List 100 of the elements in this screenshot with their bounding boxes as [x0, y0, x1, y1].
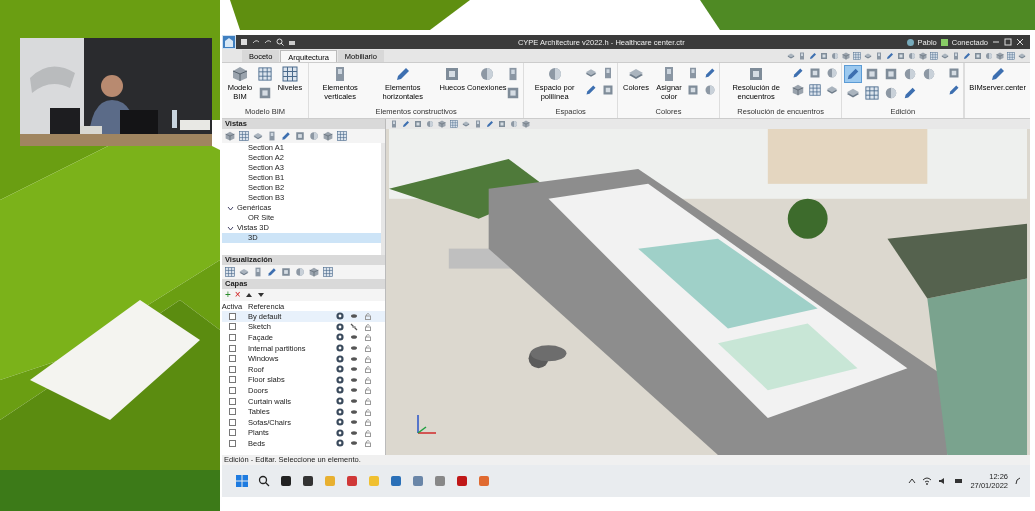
slab-icon[interactable] [787, 52, 795, 60]
square-icon[interactable] [948, 67, 961, 79]
grid-icon[interactable] [1007, 52, 1015, 60]
pencil-icon[interactable] [886, 52, 894, 60]
chevron-up-icon[interactable] [908, 477, 917, 485]
checkbox[interactable] [228, 408, 236, 416]
grid-icon[interactable] [337, 131, 347, 141]
edit-tool[interactable] [845, 66, 862, 82]
grid-icon[interactable] [225, 267, 235, 277]
pencil-icon[interactable] [963, 52, 971, 60]
square-icon[interactable] [498, 120, 506, 128]
eye-icon[interactable] [350, 397, 358, 406]
square-icon[interactable] [258, 86, 272, 100]
square-icon[interactable] [506, 86, 521, 100]
slab-icon[interactable] [1018, 52, 1026, 60]
cube-icon[interactable] [996, 52, 1004, 60]
grid-icon[interactable] [323, 267, 333, 277]
circle-icon[interactable] [295, 267, 305, 277]
app-icon[interactable] [302, 475, 314, 487]
checkbox[interactable] [228, 312, 236, 320]
pencil-icon[interactable] [704, 67, 716, 79]
pencil-icon[interactable] [809, 52, 817, 60]
up-arrow-icon[interactable] [244, 291, 253, 299]
wall-icon[interactable] [798, 52, 806, 60]
slab-icon[interactable] [585, 67, 597, 79]
checkbox[interactable] [228, 429, 236, 437]
checkbox[interactable] [228, 439, 236, 447]
down-arrow-icon[interactable] [256, 291, 265, 299]
wifi-icon[interactable] [922, 477, 933, 485]
cube-icon[interactable] [919, 52, 927, 60]
wall-icon[interactable] [687, 67, 699, 79]
add-button[interactable]: + [225, 291, 231, 299]
eye-icon[interactable] [350, 428, 358, 437]
checkbox[interactable] [228, 376, 236, 384]
eye-icon[interactable] [350, 439, 358, 448]
checkbox[interactable] [228, 418, 236, 426]
checkbox[interactable] [228, 323, 236, 331]
circle-icon[interactable] [908, 52, 916, 60]
eye-icon[interactable] [350, 418, 358, 427]
redo-icon[interactable] [264, 38, 272, 46]
square-icon[interactable] [295, 131, 305, 141]
eye-icon[interactable] [350, 386, 358, 395]
circle-icon[interactable] [831, 52, 839, 60]
lock-icon[interactable] [364, 407, 372, 416]
cube-icon[interactable] [438, 120, 446, 128]
square-icon[interactable] [602, 84, 614, 96]
grid-icon[interactable] [258, 67, 272, 81]
chevron-icon[interactable] [227, 204, 234, 212]
checkbox[interactable] [228, 355, 236, 363]
lock-icon[interactable] [364, 397, 372, 406]
eye-icon[interactable] [350, 344, 358, 353]
wall-icon[interactable] [952, 52, 960, 60]
cube-icon[interactable] [225, 131, 235, 141]
eye-icon[interactable] [350, 354, 358, 363]
search-icon[interactable] [258, 475, 270, 487]
pencil-icon[interactable] [267, 267, 277, 277]
pencil-icon[interactable] [585, 84, 597, 96]
checkbox[interactable] [228, 397, 236, 405]
checkbox[interactable] [228, 365, 236, 373]
circle-icon[interactable] [826, 67, 839, 79]
grid-icon[interactable] [930, 52, 938, 60]
square-icon[interactable] [687, 84, 699, 96]
wall-icon[interactable] [875, 52, 883, 60]
circle-icon[interactable] [309, 131, 319, 141]
grid-icon[interactable] [853, 52, 861, 60]
square-icon[interactable] [414, 120, 422, 128]
slab-icon[interactable] [253, 131, 263, 141]
cube-icon[interactable] [792, 84, 805, 96]
wall-icon[interactable] [253, 267, 263, 277]
slab-icon[interactable] [941, 52, 949, 60]
lock-icon[interactable] [364, 439, 372, 448]
circle-icon[interactable] [985, 52, 993, 60]
lock-icon[interactable] [364, 418, 372, 427]
circle-icon[interactable] [426, 120, 434, 128]
cube-icon[interactable] [842, 52, 850, 60]
lock-icon[interactable] [364, 354, 372, 363]
slab-icon[interactable] [462, 120, 470, 128]
square-icon[interactable] [897, 52, 905, 60]
grid-icon[interactable] [809, 84, 822, 96]
windows-start-icon[interactable] [236, 475, 248, 487]
lock-icon[interactable] [364, 344, 372, 353]
pencil-icon[interactable] [281, 131, 291, 141]
checkbox[interactable] [228, 386, 236, 394]
undo-icon[interactable] [252, 38, 260, 46]
pencil-icon[interactable] [948, 84, 961, 96]
eye-icon[interactable] [350, 407, 358, 416]
edit-tool[interactable] [864, 85, 881, 101]
search-icon[interactable] [276, 38, 284, 46]
slab-icon[interactable] [239, 267, 249, 277]
lock-icon[interactable] [364, 386, 372, 395]
cube-icon[interactable] [522, 120, 530, 128]
lock-icon[interactable] [364, 375, 372, 384]
slab-icon[interactable] [826, 84, 839, 96]
lock-icon[interactable] [364, 428, 372, 437]
square-icon[interactable] [809, 67, 822, 79]
lock-icon[interactable] [364, 322, 372, 331]
eye-icon[interactable] [350, 312, 358, 321]
square-icon[interactable] [281, 267, 291, 277]
chevron-icon[interactable] [227, 224, 234, 232]
square-icon[interactable] [820, 52, 828, 60]
